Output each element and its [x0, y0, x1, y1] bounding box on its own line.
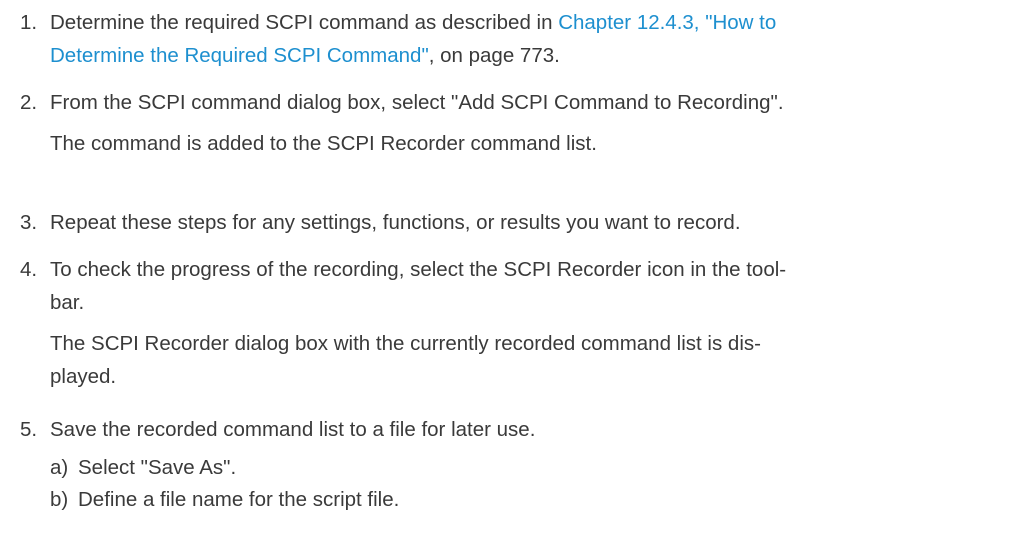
step-text: Save the recorded command list to a file…: [50, 418, 536, 441]
step-body: Save the recorded command list to a file…: [50, 413, 1013, 446]
step-text-continued: bar.: [50, 291, 85, 314]
step-result: The SCPI Recorder dialog box with the cu…: [50, 332, 761, 355]
chapter-link-continued[interactable]: Determine the Required SCPI Command": [50, 44, 429, 67]
step-text: Determine the required SCPI command as d…: [50, 11, 559, 34]
step-number: 5.: [20, 418, 38, 441]
step-body: Repeat these steps for any settings, fun…: [50, 206, 1013, 239]
manual-page: 1. Determine the required SCPI command a…: [0, 0, 1025, 541]
step-result: The command is added to the SCPI Recorde…: [50, 132, 597, 155]
step-body: Determine the required SCPI command as d…: [50, 6, 1013, 72]
step-text: Repeat these steps for any settings, fun…: [50, 211, 741, 234]
step-number: 2.: [20, 91, 38, 114]
step-line: Determine the required SCPI command as d…: [50, 6, 1013, 39]
step-body: To check the progress of the recording, …: [50, 253, 1013, 393]
step-number: 3.: [20, 211, 38, 234]
substep-label: a): [50, 456, 69, 479]
substep-text: Select "Save As".: [78, 456, 237, 479]
chapter-link[interactable]: Chapter 12.4.3, "How to: [558, 11, 776, 34]
substep-label: b): [50, 488, 69, 511]
step-body: From the SCPI command dialog box, select…: [50, 86, 1013, 160]
substep-text: Define a file name for the script file.: [78, 488, 400, 511]
step-text: From the SCPI command dialog box, select…: [50, 91, 784, 114]
substep-b: b) Define a file name for the script file…: [50, 483, 399, 516]
step-text: To check the progress of the recording, …: [50, 258, 787, 281]
step-line: Determine the Required SCPI Command", on…: [50, 39, 1013, 72]
substep-a: a) Select "Save As".: [50, 451, 236, 484]
step-number: 4.: [20, 258, 38, 281]
page-reference: , on page 773.: [428, 44, 560, 67]
step-result-continued: played.: [50, 365, 117, 388]
step-number: 1.: [20, 11, 38, 34]
